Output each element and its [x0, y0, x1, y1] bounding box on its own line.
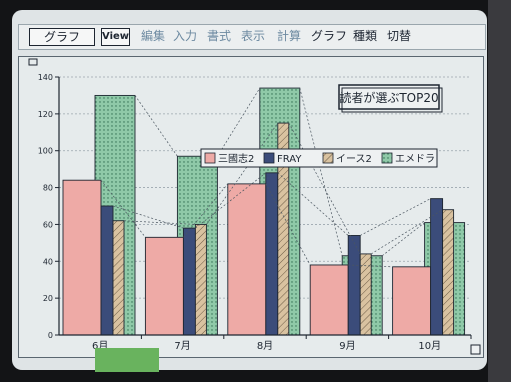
resize-box-icon[interactable] [470, 344, 481, 355]
window-corner-icon [28, 58, 38, 66]
bar-3-5 [442, 209, 455, 336]
series-connector [381, 222, 425, 257]
bar-2-1 [100, 205, 114, 336]
series-connector [217, 87, 261, 157]
legend-label-2: FRAY [277, 154, 302, 165]
screen: グラフ View 編集 入力 書式 表示 計算 グラフ 種類 切替 0 20 40 6… [12, 10, 487, 370]
x-tick-label: 8月 [257, 340, 273, 352]
menu-graph[interactable]: グラフ [311, 28, 347, 44]
chart-title: 読者が選ぶTOP20 [339, 90, 438, 105]
menu-input[interactable]: 入力 [173, 28, 197, 44]
y-tick-label: 40 [43, 257, 53, 266]
legend-label-1: 三國志2 [218, 152, 254, 165]
bar-2-5 [430, 198, 444, 336]
menu-edit[interactable]: 編集 [141, 28, 165, 44]
legend-swatch-4 [381, 152, 393, 164]
menu-format[interactable]: 書式 [207, 28, 231, 44]
desk-object [95, 348, 159, 372]
x-tick-label: 9月 [339, 340, 355, 352]
bar-2-3 [265, 172, 279, 336]
y-tick-label: 20 [43, 294, 53, 303]
bar-1-4 [309, 264, 349, 336]
legend-swatch-2 [263, 152, 275, 164]
bar-1-2 [144, 236, 184, 336]
legend-label-4: エメドラ [395, 153, 435, 165]
bars [62, 87, 466, 336]
x-tick-label: 10月 [418, 340, 441, 352]
bar-3-2 [194, 223, 207, 336]
menu-type[interactable]: 種類 [353, 28, 377, 44]
menu-calc[interactable]: 計算 [277, 28, 301, 44]
series-connector [134, 95, 178, 157]
legend: 三國志2 FRAY イース2 エメドラ [200, 148, 438, 168]
y-tick-label: 140 [38, 73, 53, 82]
y-tick-label: 100 [38, 147, 53, 156]
bar-1-3 [227, 183, 267, 336]
y-tick-label: 0 [48, 331, 53, 340]
menu-display[interactable]: 表示 [241, 28, 265, 44]
series-connector [360, 198, 431, 236]
monitor-edge [488, 0, 511, 382]
app-menu-button[interactable]: グラフ [29, 28, 95, 46]
bar-chart: 020406080100120140 6月 7月 8月 9月 10月 読者が選ぶTOP2… [28, 58, 481, 355]
y-tick-label: 80 [43, 184, 53, 193]
bar-1-1 [62, 179, 102, 336]
legend-swatch-1 [204, 152, 216, 164]
menu-bar: グラフ View 編集 入力 書式 表示 計算 グラフ 種類 切替 [18, 24, 486, 50]
bar-3-1 [112, 220, 125, 336]
chart-window: 0 20 40 60 80 100 120 140 6月 7月 8月 9月 10月 読者が選ぶTOP2… [18, 56, 484, 358]
bar-1-5 [392, 266, 432, 336]
y-tick-label: 120 [38, 110, 53, 119]
legend-swatch-3 [322, 152, 334, 164]
bar-2-2 [182, 227, 196, 336]
y-tick-label: 60 [43, 220, 53, 229]
menu-switch[interactable]: 切替 [387, 28, 411, 44]
series-connector [299, 87, 343, 256]
view-menu-button[interactable]: View [101, 28, 130, 46]
chart-title-box: 読者が選ぶTOP20 [338, 84, 443, 113]
y-axis: 0 20 40 60 80 100 120 140 [38, 73, 60, 340]
x-tick-label: 7月 [174, 340, 190, 352]
legend-label-3: イース2 [336, 154, 372, 165]
